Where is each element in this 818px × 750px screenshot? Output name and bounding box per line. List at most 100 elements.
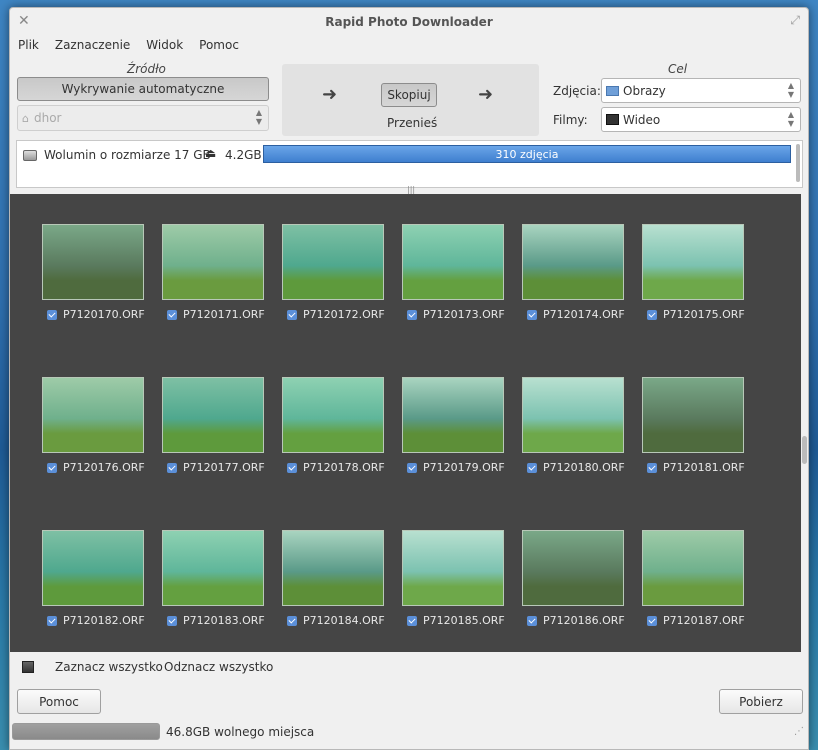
- photo-thumbnail[interactable]: [642, 224, 744, 300]
- thumbnail-checkbox[interactable]: [287, 615, 297, 626]
- folder-icon: [606, 85, 619, 96]
- thumbnail-filename: P7120179.ORF: [423, 461, 505, 474]
- menu-help[interactable]: Pomoc: [191, 36, 247, 58]
- thumbnail-checkbox[interactable]: [47, 462, 57, 473]
- photos-destination-combo[interactable]: Obrazy ▲ ▼: [601, 78, 801, 103]
- thumbnail-label: P7120173.ORF: [407, 308, 505, 321]
- auto-detect-button[interactable]: Wykrywanie automatyczne: [17, 77, 269, 101]
- menu-file[interactable]: Plik: [10, 36, 47, 58]
- thumbnail-filename: P7120174.ORF: [543, 308, 625, 321]
- combo-arrows-icon: ▲ ▼: [787, 81, 794, 99]
- move-option[interactable]: Przenieś: [387, 116, 437, 130]
- thumbnail-filename: P7120172.ORF: [303, 308, 385, 321]
- combo-arrows-icon: ▲ ▼: [255, 108, 262, 126]
- photo-thumbnail[interactable]: [282, 377, 384, 453]
- app-window: ✕ Rapid Photo Downloader ⤢ Plik Zaznacze…: [9, 7, 809, 750]
- thumbnail-label: P7120182.ORF: [47, 614, 145, 627]
- thumbnail-label: P7120171.ORF: [167, 308, 265, 321]
- thumbnail-checkbox[interactable]: [407, 462, 417, 473]
- menu-view[interactable]: Widok: [138, 36, 191, 58]
- photo-thumbnail[interactable]: [42, 530, 144, 606]
- thumbnail-checkbox[interactable]: [287, 462, 297, 473]
- photo-thumbnail[interactable]: [402, 377, 504, 453]
- videos-dest-value: Wideo: [623, 112, 661, 127]
- photo-thumbnail[interactable]: [162, 224, 264, 300]
- select-all-link[interactable]: Zaznacz wszystko: [55, 660, 163, 674]
- thumbnail-label: P7120185.ORF: [407, 614, 505, 627]
- maximize-icon[interactable]: ⤢: [790, 13, 800, 28]
- photo-thumbnail[interactable]: [282, 530, 384, 606]
- photo-thumbnail[interactable]: [522, 224, 624, 300]
- photos-dest-label: Zdjęcia:: [553, 84, 601, 98]
- thumbnail-filename: P7120186.ORF: [543, 614, 625, 627]
- download-button[interactable]: Pobierz: [719, 689, 803, 714]
- transfer-mode-panel: ➜ Skopiuj ➜ Przenieś: [282, 64, 539, 136]
- drive-icon: [23, 150, 37, 161]
- thumbnail-checkbox[interactable]: [287, 309, 297, 320]
- thumbnail-checkbox[interactable]: [47, 309, 57, 320]
- close-icon[interactable]: ✕: [18, 13, 30, 29]
- pane-resize-handle[interactable]: |||: [407, 185, 415, 194]
- thumbnail-label: P7120170.ORF: [47, 308, 145, 321]
- status-bar: 46.8GB wolnego miejsca ⋰: [10, 722, 808, 742]
- thumbnail-filename: P7120178.ORF: [303, 461, 385, 474]
- thumbnail-checkbox[interactable]: [527, 462, 537, 473]
- thumbnail-checkbox[interactable]: [407, 309, 417, 320]
- thumbnail-checkbox[interactable]: [407, 615, 417, 626]
- thumbnail-label: P7120179.ORF: [407, 461, 505, 474]
- thumbnail-label: P7120175.ORF: [647, 308, 745, 321]
- thumbnail-label: P7120186.ORF: [527, 614, 625, 627]
- photo-thumbnail[interactable]: [402, 530, 504, 606]
- menu-selection[interactable]: Zaznaczenie: [47, 36, 138, 58]
- thumbnail-checkbox[interactable]: [167, 462, 177, 473]
- deselect-all-link[interactable]: Odznacz wszystko: [164, 660, 273, 674]
- photo-thumbnail[interactable]: [162, 377, 264, 453]
- photo-thumbnail[interactable]: [162, 530, 264, 606]
- thumbnail-checkbox[interactable]: [167, 615, 177, 626]
- photo-thumbnail[interactable]: [522, 530, 624, 606]
- device-size: 4.2GB: [225, 148, 262, 162]
- device-list-scrollbar[interactable]: [796, 144, 800, 182]
- thumbnail-checkbox[interactable]: [47, 615, 57, 626]
- thumbnail-gallery: P7120170.ORF P7120171.ORF P7120172.ORF P712…: [10, 194, 801, 652]
- photo-thumbnail[interactable]: [42, 377, 144, 453]
- gallery-scrollbar[interactable]: [802, 436, 807, 464]
- photo-thumbnail[interactable]: [642, 377, 744, 453]
- photo-thumbnail[interactable]: [402, 224, 504, 300]
- resize-grip-icon[interactable]: ⋰: [794, 726, 804, 737]
- thumbnail-checkbox[interactable]: [527, 615, 537, 626]
- photo-thumbnail[interactable]: [42, 224, 144, 300]
- device-progress-text: 310 zdjęcia: [495, 147, 559, 161]
- photo-thumbnail[interactable]: [282, 224, 384, 300]
- photo-thumbnail[interactable]: [522, 377, 624, 453]
- thumbnail-checkbox[interactable]: [647, 615, 657, 626]
- help-button[interactable]: Pomoc: [17, 689, 101, 714]
- videos-dest-label: Filmy:: [553, 113, 588, 127]
- window-title: Rapid Photo Downloader: [325, 15, 493, 29]
- eject-icon[interactable]: ⏏: [205, 146, 216, 160]
- arrow-right-icon: ➜: [478, 84, 494, 105]
- arrow-right-icon: ➜: [322, 84, 338, 105]
- copy-label: Skopiuj: [387, 88, 431, 102]
- thumbnail-checkbox[interactable]: [647, 462, 657, 473]
- source-location-value: dhor: [33, 111, 62, 125]
- home-folder-icon: ⌂: [22, 111, 29, 125]
- thumbnail-filename: P7120173.ORF: [423, 308, 505, 321]
- photo-thumbnail[interactable]: [642, 530, 744, 606]
- videos-destination-combo[interactable]: Wideo ▲ ▼: [601, 107, 801, 132]
- thumbnail-checkbox[interactable]: [527, 309, 537, 320]
- thumbnail-label: P7120183.ORF: [167, 614, 265, 627]
- thumbnail-filename: P7120175.ORF: [663, 308, 745, 321]
- thumbnail-checkbox[interactable]: [167, 309, 177, 320]
- copy-button[interactable]: Skopiuj: [381, 83, 437, 107]
- thumbnail-filename: P7120171.ORF: [183, 308, 265, 321]
- menu-bar: Plik Zaznaczenie Widok Pomoc: [10, 36, 247, 58]
- thumbnail-filename: P7120182.ORF: [63, 614, 145, 627]
- device-list: Wolumin o rozmiarze 17 GB ⏏ 4.2GB 310 zd…: [16, 140, 803, 188]
- title-bar: ✕ Rapid Photo Downloader ⤢: [10, 8, 808, 36]
- film-icon: [606, 114, 619, 125]
- combo-arrows-icon: ▲ ▼: [787, 110, 794, 128]
- select-toggle-icon[interactable]: [22, 661, 34, 673]
- thumbnail-checkbox[interactable]: [647, 309, 657, 320]
- thumbnail-label: P7120174.ORF: [527, 308, 625, 321]
